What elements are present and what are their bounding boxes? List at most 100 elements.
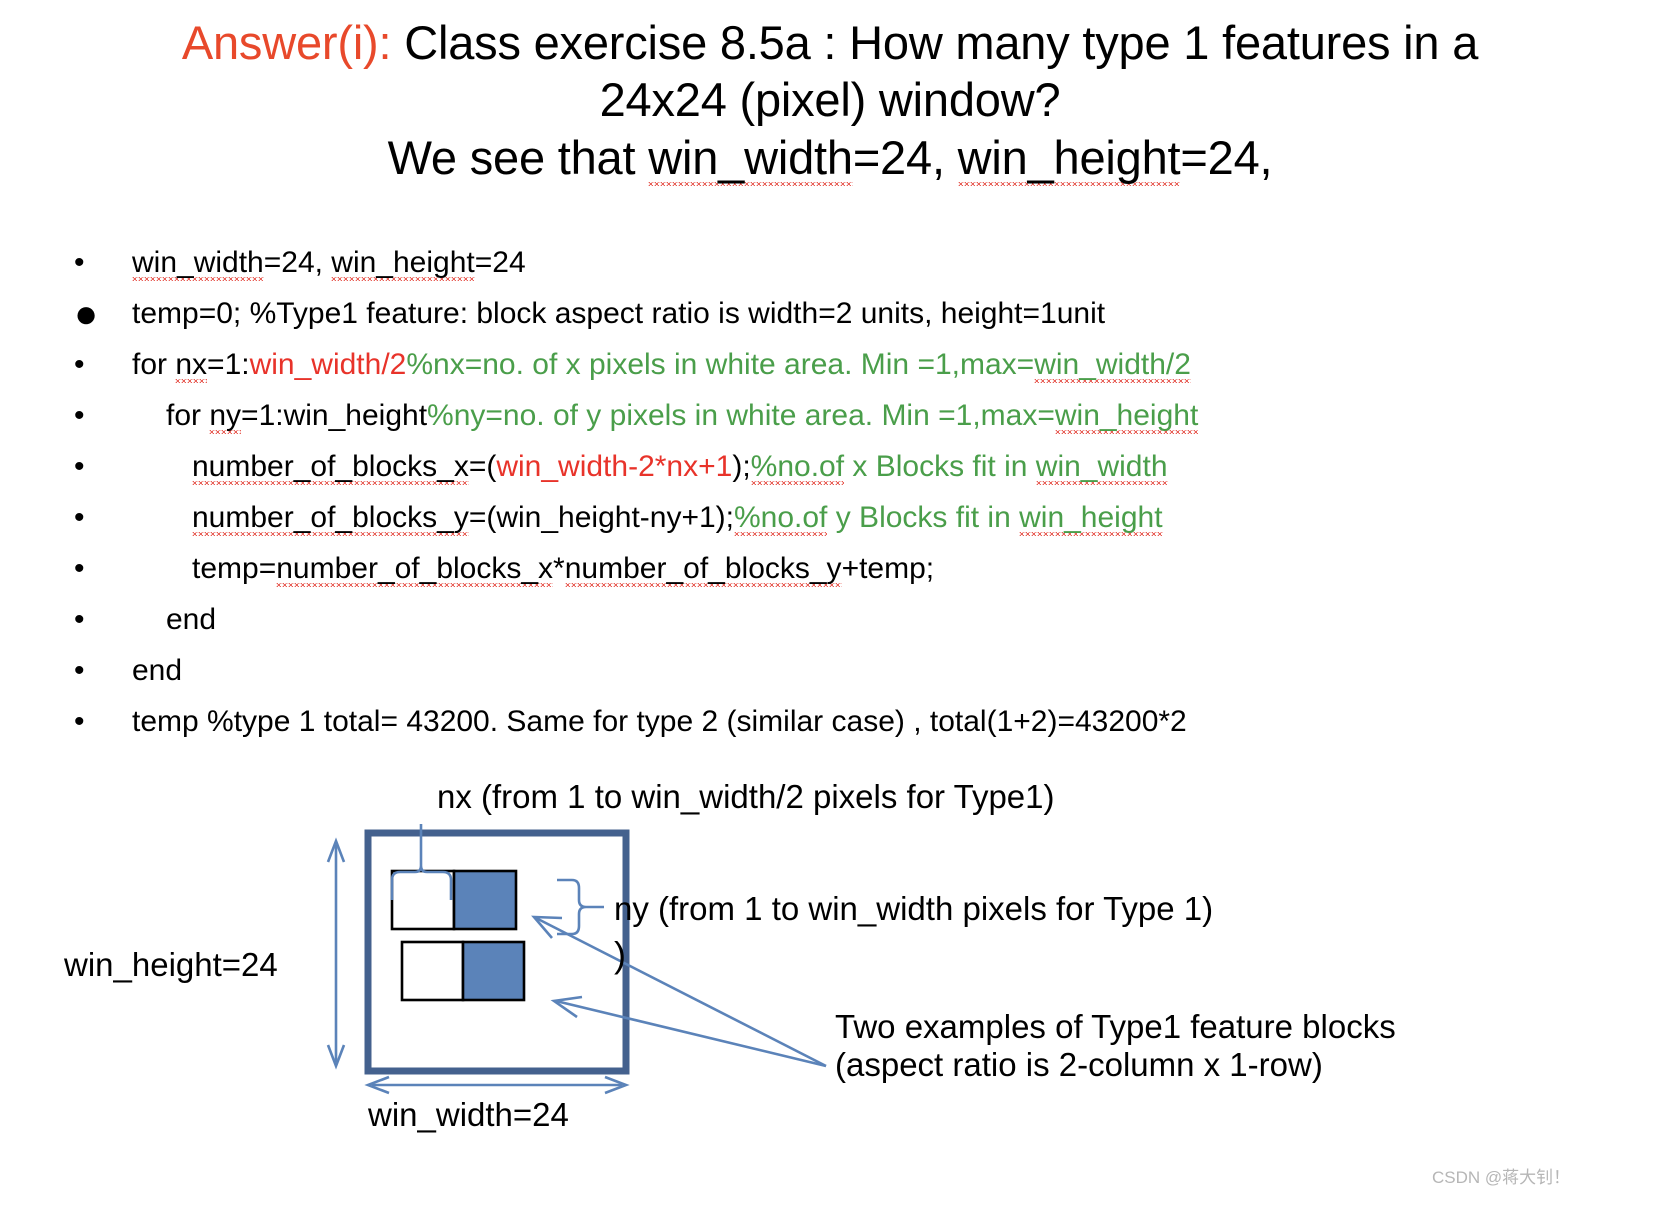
window-rect <box>364 829 630 1075</box>
bullet-row: ● temp=0; %Type1 feature: block aspect ra… <box>60 292 1620 350</box>
bullet-text: for ny=1:win_height%ny=no. of y pixels i… <box>132 399 1199 432</box>
feature-block-1-white <box>390 869 456 931</box>
bullet-text-segment: win_height <box>1054 399 1199 432</box>
bullet-text-segment: win_height <box>331 246 475 279</box>
bullet-row: • end <box>60 605 1620 656</box>
bullet-text-segment: +temp; <box>841 552 935 585</box>
bullet-text-segment: %no.of <box>733 501 828 534</box>
bullet-text-segment: temp= <box>192 552 277 585</box>
bullet-text-segment: win_width/2 <box>1034 348 1191 381</box>
bullet-text-segment: * <box>553 552 565 585</box>
slide-title: Answer(i): Class exercise 8.5a : How man… <box>40 14 1620 186</box>
bullet-text: temp=number_of_blocks_x*number_of_blocks… <box>132 552 935 585</box>
bullet-row: • end <box>60 656 1620 707</box>
bullet-marker-icon: ● <box>74 292 99 336</box>
ny-label: ny (from 1 to win_width pixels for Type … <box>614 890 1214 927</box>
bullet-text-segment: %nx=no. of x pixels in white area. Min =… <box>406 348 1035 381</box>
bullet-marker-icon: • <box>74 654 85 687</box>
bullet-marker-icon: • <box>74 705 85 738</box>
bullet-marker-icon: • <box>74 246 85 279</box>
nx-brace <box>390 865 453 900</box>
title-line-3-win-width: win_width <box>648 130 853 184</box>
bullet-text-segment: %ny=no. of y pixels in white area. Min =… <box>427 399 1055 432</box>
bullet-text-segment: number_of_blocks_y <box>192 501 469 534</box>
bullet-text-segment: =1:win_height <box>241 399 428 432</box>
bullet-text-segment: for <box>166 399 210 432</box>
title-line-3-c: =24, <box>852 130 958 184</box>
bullet-text-segment: number_of_blocks_x <box>276 552 554 585</box>
bullet-text-segment: temp %type 1 total= 43200. Same for type… <box>132 705 1187 738</box>
bullet-list: • win_width=24, win_height=24 ● temp=0; %Ty… <box>60 246 1620 758</box>
title-line-2: 24x24 (pixel) window? <box>599 73 1061 127</box>
feature-block-2-white <box>400 940 465 1002</box>
bullet-row: • for ny=1:win_height%ny=no. of y pixels … <box>60 399 1620 452</box>
title-line-1-rest: Class exercise 8.5a : How many type 1 fe… <box>391 16 1479 69</box>
callout-arrow-1-line <box>535 916 827 1068</box>
bullet-text: for nx=1:win_width/2%nx=no. of x pixels … <box>132 348 1191 381</box>
bullet-text-segment: temp=0; %Type1 feature: block aspect rat… <box>132 297 1106 330</box>
bullet-text-segment: y Blocks fit in <box>827 501 1020 534</box>
title-line-3-win-height: win_height <box>957 130 1181 184</box>
bullet-text-segment: ); <box>732 450 751 483</box>
examples-caption-line-2: (aspect ratio is 2-column x 1-row) <box>835 1046 1323 1084</box>
bullet-text-segment: =1: <box>207 348 250 381</box>
callout-arrow-2-head <box>550 995 583 1019</box>
bullet-row: • win_width=24, win_height=24 <box>60 246 1620 299</box>
bullet-row: • number_of_blocks_y=(win_height-ny+1);%n… <box>60 501 1620 554</box>
bullet-text-segment: nx <box>175 348 208 381</box>
bullet-text-segment: ny <box>209 399 242 432</box>
csdn-watermark: CSDN @蒋大钊！ <box>1432 1168 1571 1187</box>
bullet-text: number_of_blocks_x=(win_width-2*nx+1);%n… <box>132 450 1168 483</box>
bullet-text-segment: x Blocks fit in <box>844 450 1036 483</box>
bullet-text-segment: %no.of <box>750 450 845 483</box>
bullet-text: temp=0; %Type1 feature: block aspect rat… <box>132 299 1105 329</box>
ny-brace <box>557 878 587 936</box>
bullet-text-segment: =24, <box>263 246 332 279</box>
bullet-row: • for nx=1:win_width/2%nx=no. of x pixels… <box>60 348 1620 401</box>
bullet-marker-icon: • <box>74 603 85 636</box>
title-line-3-a: We see that <box>387 130 649 184</box>
bullet-text: end <box>132 656 182 686</box>
bullet-marker-icon: • <box>74 348 85 381</box>
callout-arrow-2-line <box>555 999 827 1068</box>
examples-caption: Two examples of Type1 feature blocks (as… <box>835 1008 1396 1085</box>
bullet-text: end <box>132 605 216 635</box>
win-height-label: win_height=24 <box>64 946 278 983</box>
examples-caption-line-1: Two examples of Type1 feature blocks <box>835 1008 1396 1045</box>
bullet-row: • number_of_blocks_x=(win_width-2*nx+1);%… <box>60 450 1620 503</box>
bullet-marker-icon: • <box>74 450 85 483</box>
bullet-text: number_of_blocks_y=(win_height-ny+1);%no… <box>132 501 1163 534</box>
bullet-marker-icon: • <box>74 552 85 585</box>
bullet-text-segment: win_width-2*nx+1 <box>496 450 733 483</box>
bullet-text-segment: =24 <box>474 246 526 279</box>
title-line-1: Answer(i): Class exercise 8.5a : How man… <box>40 14 1620 71</box>
bullet-text-segment: end <box>166 603 217 636</box>
bullet-text-segment: for <box>132 348 176 381</box>
feature-block-1-blue <box>452 869 518 931</box>
bullet-text-segment: win_width <box>1035 450 1168 483</box>
bullet-text-segment: win_height <box>1019 501 1163 534</box>
bullet-text-segment: =(win_height-ny+1); <box>468 501 734 534</box>
bullet-text: win_width=24, win_height=24 <box>132 246 526 279</box>
win-height-arrow-head-bottom <box>326 1044 346 1070</box>
bullet-text-segment: win_width <box>132 246 264 279</box>
bullet-row: • temp=number_of_blocks_x*number_of_block… <box>60 552 1620 605</box>
win-width-label: win_width=24 <box>368 1096 569 1133</box>
bullet-marker-icon: • <box>74 399 85 432</box>
bullet-text: temp %type 1 total= 43200. Same for type… <box>132 707 1187 737</box>
callout-arrow-1-head <box>531 915 563 939</box>
title-line-3: We see that win_width=24, win_height=24, <box>40 129 1620 186</box>
feature-block-2-blue <box>461 940 526 1002</box>
bullet-text-segment: end <box>132 654 183 687</box>
bullet-text-segment: number_of_blocks_x <box>192 450 469 483</box>
bullet-text-segment: number_of_blocks_y <box>564 552 842 585</box>
bullet-marker-icon: • <box>74 501 85 534</box>
bullet-row: • temp %type 1 total= 43200. Same for typ… <box>60 707 1620 758</box>
stray-paren-text: ) <box>614 934 626 975</box>
bullet-text-segment: win_width/2 <box>249 348 407 381</box>
title-line-3-e: =24, <box>1180 130 1273 184</box>
win-height-arrow-head-top <box>326 837 346 863</box>
nx-label: nx (from 1 to win_width/2 pixels for Typ… <box>437 778 1055 815</box>
win-width-arrow-head-left <box>364 1075 390 1095</box>
win-width-arrow-head-right <box>604 1075 630 1095</box>
